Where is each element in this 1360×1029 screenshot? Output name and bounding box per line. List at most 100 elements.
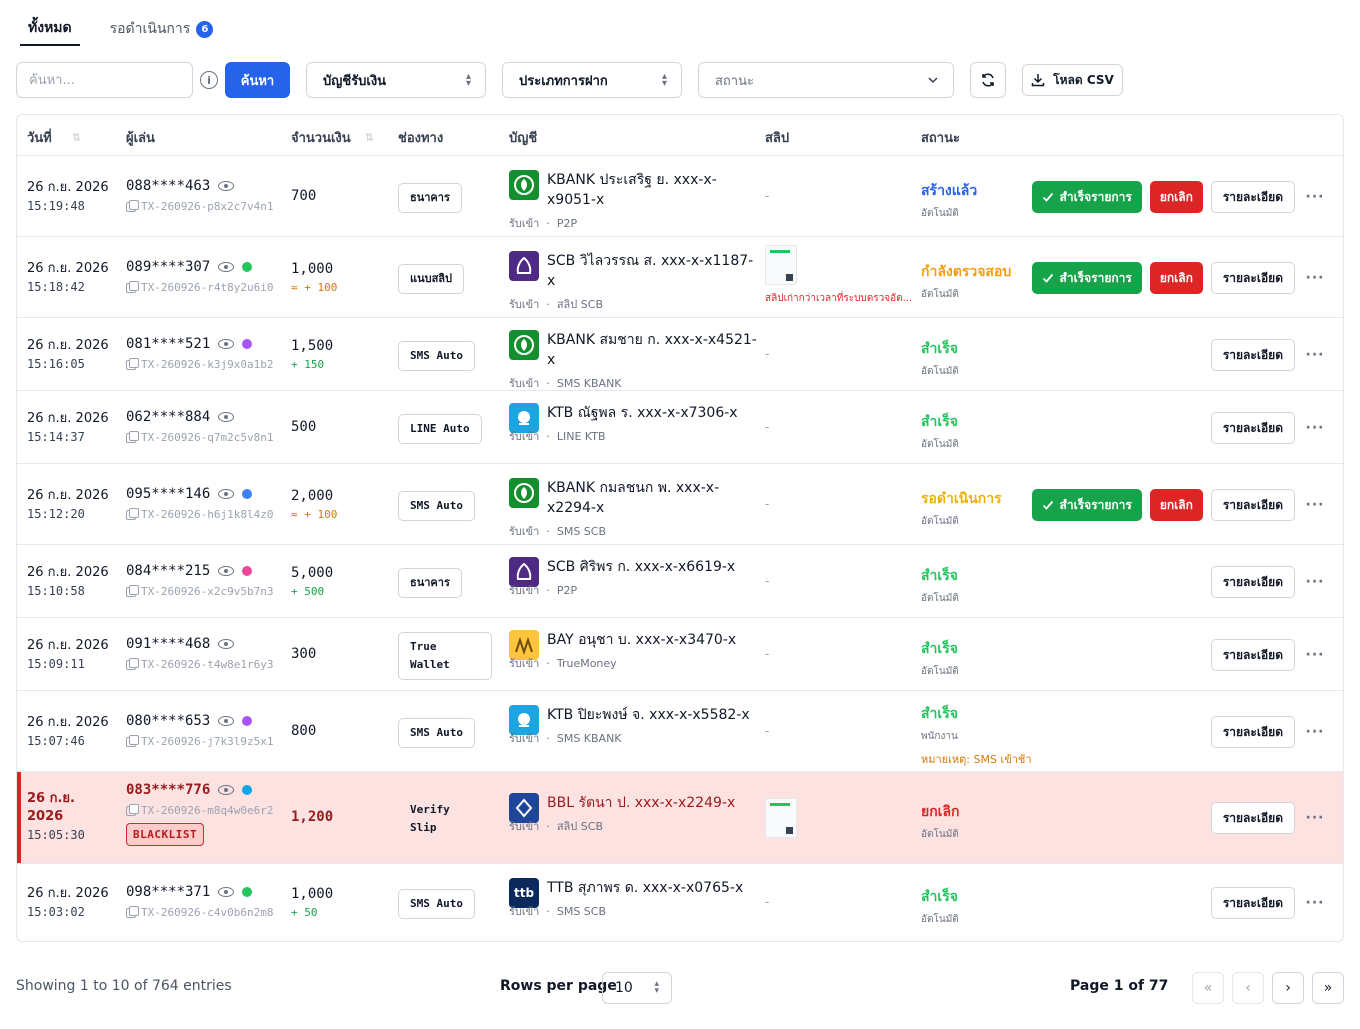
slip-cell: - (765, 347, 770, 361)
transaction-id[interactable]: TX-260926-r4t8y2u6i0 (126, 280, 273, 294)
chevron-right-icon: › (1285, 980, 1291, 996)
approve-button[interactable]: สำเร็จรายการ (1031, 489, 1142, 521)
detail-button[interactable]: รายละเอียด (1210, 566, 1295, 598)
row-actions: รายละเอียด ··· (1210, 412, 1327, 444)
more-options-icon[interactable]: ··· (1303, 497, 1327, 513)
time-text: 15:10:58 (27, 584, 85, 598)
refresh-button[interactable] (970, 62, 1006, 98)
slip-thumbnail[interactable] (765, 798, 797, 838)
more-options-icon[interactable]: ··· (1303, 189, 1327, 205)
transaction-id[interactable]: TX-260926-q7m2c5v8n1 (126, 430, 273, 444)
eye-icon[interactable] (218, 181, 235, 191)
bonus-text: ≈ + 100 (291, 508, 338, 521)
copy-icon[interactable] (126, 584, 139, 597)
recv-label: รับเข้า (509, 298, 540, 311)
detail-button[interactable]: รายละเอียด (1210, 489, 1295, 521)
transaction-id[interactable]: TX-260926-m8q4w0e6r2 (126, 803, 273, 817)
source-text: P2P (556, 584, 578, 597)
copy-icon[interactable] (126, 734, 139, 747)
more-options-icon[interactable]: ··· (1303, 724, 1327, 740)
prev-page-button[interactable]: ‹ (1232, 972, 1264, 1004)
approve-button[interactable]: สำเร็จรายการ (1031, 181, 1142, 213)
copy-icon[interactable] (126, 507, 139, 520)
eye-icon[interactable] (218, 489, 235, 499)
amount-text: 1,000 (291, 261, 334, 277)
more-options-icon[interactable]: ··· (1303, 574, 1327, 590)
eye-icon[interactable] (218, 566, 235, 576)
txid-text: TX-260926-h6j1k8l4z0 (141, 508, 274, 521)
transaction-id[interactable]: TX-260926-t4w8e1r6y3 (126, 657, 273, 671)
more-options-icon[interactable]: ··· (1303, 647, 1327, 663)
next-page-button[interactable]: › (1272, 972, 1304, 1004)
copy-icon[interactable] (126, 280, 139, 293)
more-options-icon[interactable]: ··· (1303, 895, 1327, 911)
player-phone: 062****884 (126, 409, 273, 425)
deposit-type-select[interactable]: ประเภทการฝาก ▴ ▾ (502, 62, 682, 98)
account-select[interactable]: บัญชีรับเงิน ▴ ▾ (306, 62, 486, 98)
transaction-id[interactable]: TX-260926-c4v0b6n2m8 (126, 905, 273, 919)
slip-thumbnail[interactable] (765, 245, 797, 285)
copy-icon[interactable] (126, 803, 139, 816)
tab-pending[interactable]: รอดำเนินการ 6 (102, 12, 222, 46)
status-select[interactable]: สถานะ (698, 62, 954, 98)
detail-button[interactable]: รายละเอียด (1210, 716, 1295, 748)
detail-button[interactable]: รายละเอียด (1210, 339, 1295, 371)
eye-icon[interactable] (218, 412, 235, 422)
detail-button[interactable]: รายละเอียด (1210, 262, 1295, 294)
eye-icon[interactable] (218, 639, 235, 649)
search-button[interactable]: ค้นหา (225, 62, 290, 98)
blacklist-badge: BLACKLIST (126, 823, 205, 846)
table-row: 26 ก.ย. 2026 15:07:46 080****653 TX-2609… (17, 691, 1343, 772)
eye-icon[interactable] (218, 887, 235, 897)
cancel-button[interactable]: ยกเลิก (1149, 489, 1203, 521)
cancel-button[interactable]: ยกเลิก (1149, 181, 1203, 213)
transaction-id[interactable]: TX-260926-k3j9x0a1b2 (126, 357, 273, 371)
rows-per-page-select[interactable]: 10 ▴ ▾ (602, 972, 672, 1004)
detail-button[interactable]: รายละเอียด (1210, 639, 1295, 671)
tab-all[interactable]: ทั้งหมด (20, 12, 80, 46)
eye-icon[interactable] (218, 262, 235, 272)
detail-button[interactable]: รายละเอียด (1210, 887, 1295, 919)
transaction-id[interactable]: TX-260926-j7k3l9z5x1 (126, 734, 273, 748)
copy-icon[interactable] (126, 657, 139, 670)
account-name: SCB ศิริพร ก. xxx-x-x6619-x (547, 559, 736, 575)
detail-button[interactable]: รายละเอียด (1210, 181, 1295, 213)
status-cell: รอดำเนินการ อัตโนมัติ (921, 488, 1002, 529)
copy-icon[interactable] (126, 430, 139, 443)
first-page-button[interactable]: « (1192, 972, 1224, 1004)
copy-icon[interactable] (126, 357, 139, 370)
more-options-icon[interactable]: ··· (1303, 347, 1327, 363)
detail-button[interactable]: รายละเอียด (1210, 802, 1295, 834)
approve-button[interactable]: สำเร็จรายการ (1031, 262, 1142, 294)
player-cell: 091****468 TX-260926-t4w8e1r6y3 (126, 636, 273, 671)
bonus-text: + 150 (291, 358, 325, 371)
eye-icon[interactable] (218, 339, 235, 349)
transaction-id[interactable]: TX-260926-p8x2c7v4n1 (126, 199, 273, 213)
eye-icon[interactable] (218, 716, 235, 726)
last-page-button[interactable]: » (1312, 972, 1344, 1004)
player-tier-dot (242, 262, 253, 272)
more-options-icon[interactable]: ··· (1303, 270, 1327, 286)
info-icon[interactable]: i (200, 71, 218, 89)
status-label: รอดำเนินการ (921, 491, 1002, 507)
sort-icon: ⇅ (364, 131, 374, 144)
status-label: สำเร็จ (921, 414, 958, 430)
col-date[interactable]: วันที่ ⇅ (27, 127, 81, 148)
cancel-button[interactable]: ยกเลิก (1149, 262, 1203, 294)
copy-icon[interactable] (126, 199, 139, 212)
table-row: 26 ก.ย. 2026 15:12:20 095****146 TX-2609… (17, 464, 1343, 545)
download-csv-button[interactable]: โหลด CSV (1022, 64, 1123, 96)
status-source: อัตโนมัติ (921, 366, 959, 377)
col-slip-label: สลิป (765, 131, 790, 146)
search-input[interactable] (16, 62, 193, 98)
copy-icon[interactable] (126, 905, 139, 918)
bank-logo-icon (509, 330, 539, 360)
detail-button[interactable]: รายละเอียด (1210, 412, 1295, 444)
eye-icon[interactable] (218, 785, 235, 795)
more-options-icon[interactable]: ··· (1303, 420, 1327, 436)
more-options-icon[interactable]: ··· (1303, 810, 1327, 826)
transaction-id[interactable]: TX-260926-x2c9v5b7n3 (126, 584, 273, 598)
row-actions: รายละเอียด ··· (1210, 566, 1327, 598)
transaction-id[interactable]: TX-260926-h6j1k8l4z0 (126, 507, 274, 521)
col-amount[interactable]: จำนวนเงิน ⇅ (291, 127, 374, 148)
